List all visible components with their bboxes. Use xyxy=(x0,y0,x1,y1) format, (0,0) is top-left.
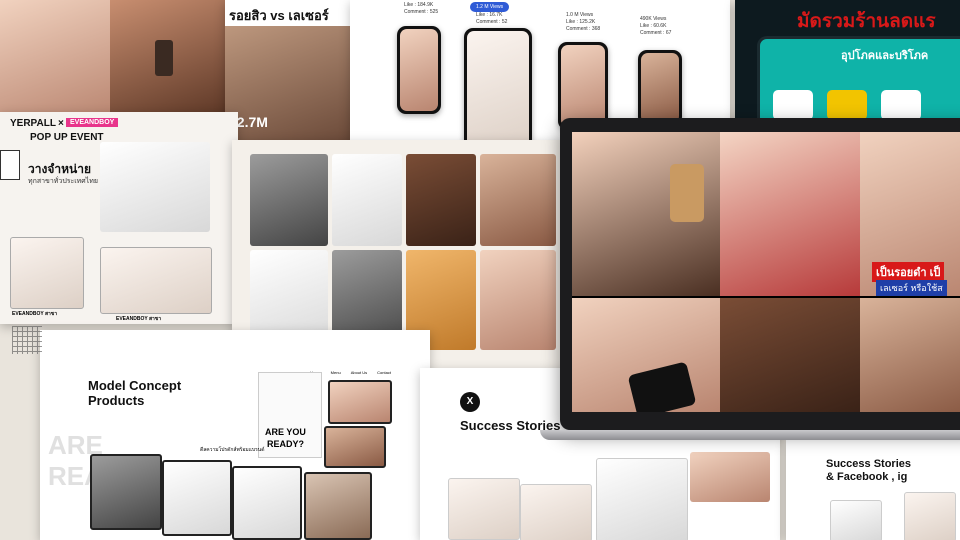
promo-tile-2 xyxy=(827,90,867,120)
popup-thai-2: ทุกสาขาทั่วประเทศไทย xyxy=(28,178,98,185)
tiktok-collage xyxy=(0,0,235,120)
laptop: เป็นรอยดำ เป็ เลเซอร์ หรือใช้ส xyxy=(560,118,960,430)
studio-photo-2 xyxy=(162,460,232,536)
creator-video-6 xyxy=(860,298,960,412)
model-photo-3 xyxy=(406,154,476,246)
popup-x: × xyxy=(58,118,64,129)
nav-menu[interactable]: Menu xyxy=(331,370,341,375)
laptop-caption-blue: เลเซอร์ หรือใช้ส xyxy=(876,280,947,296)
views-bubble: 1.2 M Views xyxy=(470,2,510,12)
phone2-like: Like : 16.7K xyxy=(476,12,503,18)
ready-poster: ARE YOU READY? xyxy=(258,372,322,458)
store-photo-2 xyxy=(100,247,212,314)
phone4-comment: Comment : 67 xyxy=(640,30,672,36)
poster-line-1: ARE YOU xyxy=(265,427,306,437)
laptop-screen: เป็นรอยดำ เป็ เลเซอร์ หรือใช้ส xyxy=(572,132,960,412)
concept-title-1: Model Concept xyxy=(88,378,182,393)
model-photo-8 xyxy=(480,250,556,350)
tweet-shot-1 xyxy=(448,478,520,540)
concept-nav: Home Menu About Us Contact xyxy=(310,370,391,375)
concept-caption: ดีลความโปรดักส์พร้อมแบรนด์ xyxy=(200,447,265,453)
tweet-shot-4 xyxy=(690,452,770,502)
studio-photo-4 xyxy=(304,472,372,540)
x-logo-letter: X xyxy=(466,396,474,407)
model-concept-card: ARE READ Model Concept Products Home Men… xyxy=(40,330,430,540)
serum-in-hand xyxy=(670,164,704,222)
store-caption-1: EVEANDBOY สาขา xyxy=(12,311,58,317)
grid-pattern-icon xyxy=(12,326,42,354)
promo-title: มัดรวมร้านลดแร xyxy=(797,11,936,32)
nav-contact[interactable]: Contact xyxy=(377,370,391,375)
tiktok-video-3: รอยสิว vs เลเซอร์ 12.7M xyxy=(225,0,355,140)
store-photo-1 xyxy=(10,237,84,309)
phone-2 xyxy=(464,28,532,145)
phone2-comment: Comment : 52 xyxy=(476,19,508,25)
popup-brand: YERPALL xyxy=(10,118,56,129)
laptop-caption-red: เป็นรอยดำ เป็ xyxy=(872,262,945,282)
popup-partner: EVEANDBOY xyxy=(66,118,119,127)
popup-event-card: YERPALL × EVEANDBOY POP UP EVENT วางจำหน… xyxy=(0,112,238,324)
store-caption-2: EVEANDBOY สาขา xyxy=(116,316,162,322)
fb-shot-2 xyxy=(904,492,956,540)
phone4-views: 490K Views xyxy=(640,16,667,22)
promo-tile-1 xyxy=(773,90,813,120)
promo-banner: มัดรวมร้านลดแร อุปโภคและบริโภค xyxy=(735,0,960,125)
popup-white-box xyxy=(0,150,20,180)
phone4-like: Like : 60.6K xyxy=(640,23,667,29)
poster-line-2: READY? xyxy=(267,439,305,449)
success-fb-card: Success Stories & Facebook , ig xyxy=(786,440,960,540)
phone1-like: Like : 184.9K xyxy=(404,2,434,8)
tweet-shot-3 xyxy=(596,458,688,540)
promo-tile-3 xyxy=(881,90,921,120)
phone-1 xyxy=(397,26,441,114)
tiktok-video-1 xyxy=(0,0,110,120)
phone3-comment: Comment : 368 xyxy=(566,26,601,32)
concept-title-2: Products xyxy=(88,393,145,408)
popup-event: POP UP EVENT xyxy=(30,132,104,143)
studio-photo-3 xyxy=(232,466,302,540)
laptop-base xyxy=(540,430,960,440)
phone3-like: Like : 125.2K xyxy=(566,19,596,25)
phone1-comment: Comment : 525 xyxy=(404,9,439,15)
product-bottles xyxy=(100,142,210,232)
fb-shot-1 xyxy=(830,500,882,540)
promo-subtitle: อุปโภคและบริโภค xyxy=(841,50,929,62)
phone-4 xyxy=(638,50,682,126)
studio-photo-1 xyxy=(90,454,162,530)
tiktok-title: รอยสิว vs เลเซอร์ xyxy=(229,8,329,23)
concept-thumb-1 xyxy=(328,380,392,424)
model-photo-1 xyxy=(250,154,328,246)
success-fb-title-1: Success Stories xyxy=(826,458,911,470)
nav-about[interactable]: About Us xyxy=(351,370,367,375)
serum-bottle xyxy=(155,40,173,76)
model-photo-2 xyxy=(332,154,402,246)
creator-video-2 xyxy=(720,132,860,296)
tweet-shot-2 xyxy=(520,484,592,540)
phone3-views: 1.0 M Views xyxy=(566,12,594,18)
phone-3 xyxy=(558,42,608,130)
x-logo-icon: X xyxy=(460,392,480,412)
model-photo-4 xyxy=(480,154,556,246)
success-fb-title-2: & Facebook , ig xyxy=(826,471,908,483)
creator-video-5 xyxy=(720,298,860,412)
concept-thumb-2 xyxy=(324,426,386,468)
